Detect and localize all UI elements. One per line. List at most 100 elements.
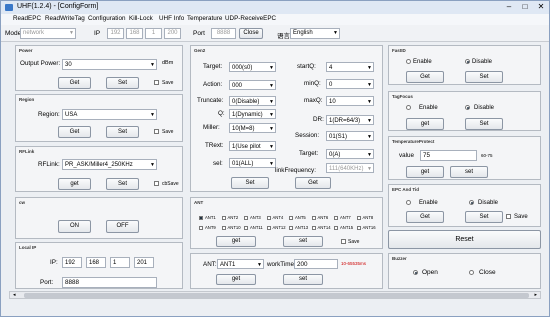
region-set-button[interactable]: Set (106, 126, 139, 138)
startq-select[interactable]: 4 ▼ (326, 62, 374, 72)
region-select[interactable]: USA ▼ (62, 109, 157, 120)
miller-select[interactable]: 10(M=8) ▼ (229, 123, 276, 133)
dr-select[interactable]: 1(DR=64/3) ▼ (326, 115, 374, 125)
sel-select[interactable]: 01(ALL) ▼ (229, 158, 276, 168)
worktime-set-button[interactable]: set (283, 274, 323, 285)
epc-set-button[interactable]: Set (465, 211, 503, 223)
buzzer-close-radio[interactable] (469, 270, 474, 275)
epc-save-checkbox[interactable] (506, 214, 511, 219)
menu-udp-receive-epc[interactable]: UDP-ReceiveEPC (225, 15, 276, 22)
ant-checkbox[interactable] (334, 226, 338, 230)
minq-select[interactable]: 0 ▼ (326, 79, 374, 89)
local-port-input[interactable]: 8888 (62, 277, 157, 288)
horizontal-scrollbar[interactable]: ◂ ▸ (9, 291, 541, 299)
ant-checkbox[interactable] (289, 226, 293, 230)
tagfocus-set-button[interactable]: Set (465, 118, 503, 130)
epc-get-button[interactable]: Get (406, 211, 444, 223)
output-power-select[interactable]: 30 ▼ (62, 59, 157, 70)
temp-get-button[interactable]: get (406, 166, 444, 178)
ant-checkbox[interactable] (289, 216, 293, 220)
ant-checkbox[interactable] (356, 226, 361, 230)
ant-select[interactable]: ANT1 ▼ (217, 259, 264, 269)
ant-checkbox[interactable] (356, 216, 361, 220)
epc-disable-radio[interactable] (469, 200, 474, 205)
fastid-set-button[interactable]: Set (465, 71, 503, 83)
maxq-select[interactable]: 10 ▼ (326, 96, 374, 106)
scrollbar-thumb[interactable] (24, 293, 529, 298)
ant-checkbox[interactable] (244, 216, 248, 220)
ip-octet-3[interactable]: 1 (145, 28, 162, 39)
local-ip-octet-2[interactable]: 168 (86, 257, 106, 268)
worktime-get-button[interactable]: get (216, 274, 256, 285)
menu-read-epc[interactable]: ReadEPC (13, 15, 41, 22)
fastid-enable-radio[interactable] (406, 59, 411, 64)
mode-select[interactable]: network ▼ (20, 28, 76, 39)
scroll-left-icon[interactable]: ◂ (13, 292, 16, 298)
ant-get-button[interactable]: get (216, 236, 256, 247)
rflink-select[interactable]: PR_ASK/Miller4_250KHz ▼ (62, 159, 157, 170)
rflink-save-checkbox[interactable] (154, 181, 159, 186)
action-select[interactable]: 000 ▼ (229, 80, 276, 90)
fastid-disable-radio[interactable] (465, 59, 470, 64)
epc-enable-radio[interactable] (406, 200, 411, 205)
gen2-set-button[interactable]: Set (231, 177, 269, 189)
trext-select[interactable]: 1(Use pilot ▼ (229, 141, 276, 151)
local-ip-octet-3[interactable]: 1 (110, 257, 130, 268)
session-select[interactable]: 01(S1) ▼ (326, 131, 374, 141)
close-button[interactable]: Close (239, 28, 263, 39)
rflink-get-button[interactable]: get (58, 178, 91, 190)
temp-value-input[interactable]: 75 (420, 150, 477, 161)
power-set-button[interactable]: Set (106, 77, 139, 89)
ant-checkbox[interactable] (334, 216, 338, 220)
ip-octet-2[interactable]: 168 (126, 28, 143, 39)
reset-button[interactable]: Reset (388, 230, 541, 249)
ant-checkbox[interactable] (311, 216, 316, 220)
gen2-get-button[interactable]: Get (295, 177, 331, 189)
ant-checkbox[interactable] (311, 226, 316, 230)
menu-temperature[interactable]: Temperature (187, 15, 222, 22)
ant-checkbox[interactable] (244, 226, 248, 230)
port-input[interactable]: 8888 (211, 28, 236, 39)
target-select[interactable]: 000(s0) ▼ (229, 62, 276, 72)
fastid-get-button[interactable]: Get (406, 71, 444, 83)
target2-select[interactable]: 0(A) ▼ (326, 149, 374, 159)
cw-off-button[interactable]: OFF (106, 220, 139, 233)
language-select[interactable]: English ▼ (290, 28, 340, 39)
ip-octet-4[interactable]: 200 (164, 28, 181, 39)
close-window-icon[interactable]: ✕ (533, 2, 549, 13)
menu-configuration[interactable]: Configuration (88, 15, 125, 22)
menu-uhf-info[interactable]: UHF Info (159, 15, 184, 22)
region-save-label: Save (162, 129, 174, 135)
ant-set-button[interactable]: set (283, 236, 323, 247)
tagfocus-enable-radio[interactable] (406, 105, 411, 110)
power-save-checkbox[interactable] (154, 80, 159, 85)
ant-checkbox[interactable] (266, 226, 271, 230)
ant-save-checkbox[interactable] (341, 239, 346, 244)
scroll-right-icon[interactable]: ▸ (534, 292, 537, 298)
q-select[interactable]: 1(Dynamic) ▼ (229, 109, 276, 119)
cw-on-button[interactable]: ON (58, 220, 91, 233)
tagfocus-disable-radio[interactable] (465, 105, 470, 110)
menu-kill-lock[interactable]: Kill-Lock (129, 15, 153, 22)
local-ip-octet-1[interactable]: 192 (62, 257, 82, 268)
linkfreq-select[interactable]: 111(640KHz) ▼ (326, 163, 374, 173)
maximize-icon[interactable]: □ (517, 2, 533, 13)
ant-checkbox[interactable] (221, 216, 226, 220)
menu-read-write-tag[interactable]: ReadWriteTag (45, 15, 85, 22)
ip-octet-1[interactable]: 192 (107, 28, 124, 39)
ant-checkbox[interactable] (266, 216, 271, 220)
power-get-button[interactable]: Get (58, 77, 91, 89)
ant-checkbox[interactable] (221, 226, 226, 230)
region-save-checkbox[interactable] (154, 129, 159, 134)
truncate-select[interactable]: 0(Disable) ▼ (229, 96, 276, 106)
rflink-set-button[interactable]: Set (106, 178, 139, 190)
ant-checkbox[interactable] (199, 226, 203, 230)
minimize-icon[interactable]: – (501, 2, 517, 13)
buzzer-open-radio[interactable] (413, 270, 418, 275)
worktime-input[interactable]: 200 (294, 259, 338, 269)
temp-set-button[interactable]: set (450, 166, 488, 178)
region-get-button[interactable]: Get (58, 126, 91, 138)
local-ip-octet-4[interactable]: 201 (134, 257, 154, 268)
ant-checkbox[interactable] (199, 216, 203, 220)
tagfocus-get-button[interactable]: get (406, 118, 444, 130)
